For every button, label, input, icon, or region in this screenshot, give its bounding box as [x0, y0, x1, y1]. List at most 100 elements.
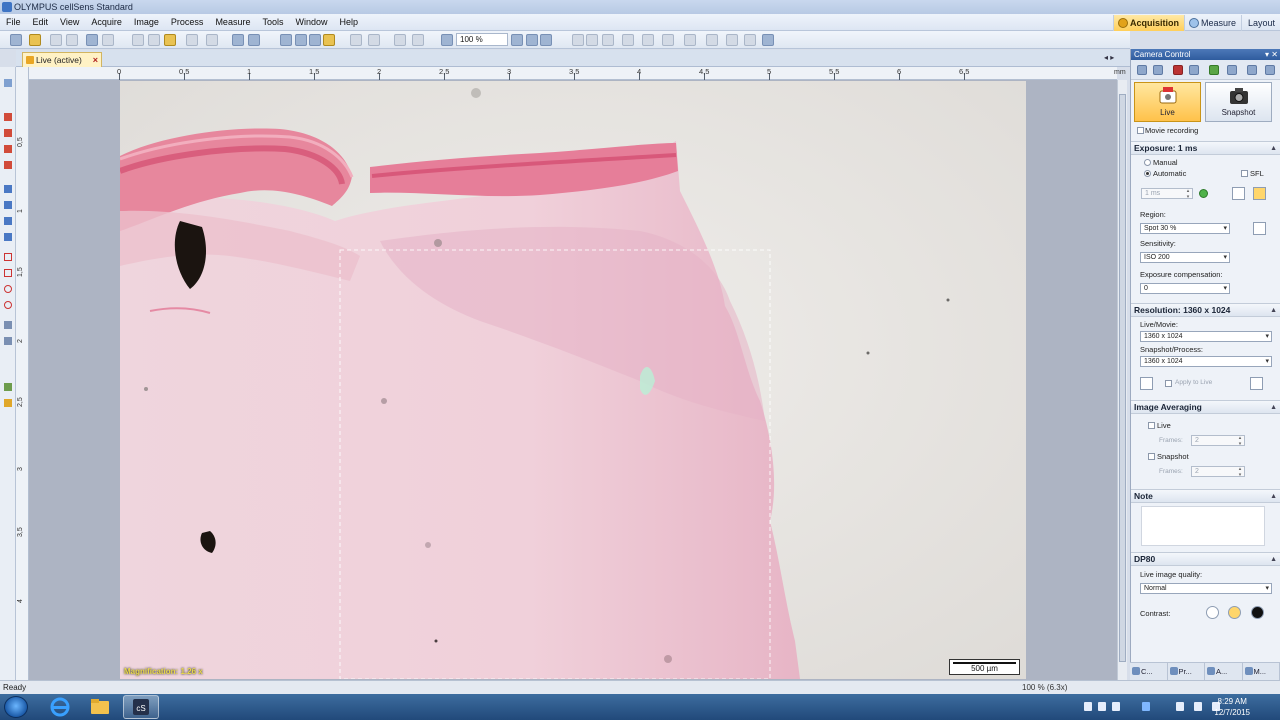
color-picker-icon[interactable]: [4, 399, 12, 407]
frames-snapshot-field[interactable]: 2: [1191, 466, 1245, 478]
layer-4-icon[interactable]: [662, 34, 674, 46]
polygon-tool-icon[interactable]: [4, 269, 12, 277]
panel-device-icon[interactable]: [1153, 65, 1163, 75]
exposure-compensation-select[interactable]: 0: [1140, 283, 1230, 294]
image-averaging-section-header[interactable]: Image Averaging ▲: [1131, 400, 1280, 414]
open-folder-icon[interactable]: [29, 34, 41, 46]
panel-film-icon[interactable]: [1189, 65, 1199, 75]
live-button[interactable]: Live: [1134, 82, 1201, 122]
layer-3-icon[interactable]: [642, 34, 654, 46]
exposure-reset-button[interactable]: [1232, 187, 1245, 200]
panel-tab-adjust[interactable]: A...: [1205, 663, 1243, 680]
cut-icon[interactable]: [132, 34, 144, 46]
panel-tab-camera[interactable]: C...: [1130, 663, 1168, 680]
panel-process-icon[interactable]: [1227, 65, 1237, 75]
panel-settings-icon[interactable]: [1137, 65, 1147, 75]
automatic-radio[interactable]: [1144, 170, 1151, 177]
internet-explorer-icon[interactable]: [42, 695, 78, 719]
line-tool-icon[interactable]: [4, 113, 12, 121]
menu-view[interactable]: View: [54, 14, 85, 31]
vertical-scrollbar[interactable]: [1117, 80, 1127, 680]
tray-stop-icon[interactable]: [1112, 702, 1120, 711]
interpolated-polygon-icon[interactable]: [4, 321, 12, 329]
arrow-draw-icon[interactable]: [4, 145, 12, 153]
polyline-tool-icon[interactable]: [4, 129, 12, 137]
manual-radio[interactable]: [1144, 159, 1151, 166]
start-button-icon[interactable]: [4, 696, 28, 718]
layer-5-icon[interactable]: [684, 34, 696, 46]
fit-window-icon[interactable]: [232, 34, 244, 46]
dp80-section-header[interactable]: DP80 ▲: [1131, 552, 1280, 566]
averaging-snapshot-checkbox[interactable]: [1148, 453, 1155, 460]
export-icon[interactable]: [102, 34, 114, 46]
search-zoom-icon[interactable]: [441, 34, 453, 46]
panel-window-icon[interactable]: [1247, 65, 1257, 75]
snapshot-button[interactable]: Snapshot: [1205, 82, 1272, 122]
close-tab-icon[interactable]: ×: [93, 53, 98, 67]
layer-8-icon[interactable]: [744, 34, 756, 46]
measure-tool-icon[interactable]: [4, 217, 12, 225]
apply-to-live-checkbox[interactable]: [1165, 380, 1172, 387]
save-icon[interactable]: [50, 34, 62, 46]
menu-edit[interactable]: Edit: [27, 14, 55, 31]
image-canvas[interactable]: [29, 80, 1117, 680]
layer-2-icon[interactable]: [622, 34, 634, 46]
note-textarea[interactable]: [1141, 506, 1265, 546]
taskbar-clock[interactable]: 8:29 AM 12/7/2015: [1214, 696, 1250, 718]
zoom-tool-icon[interactable]: [295, 34, 307, 46]
menu-process[interactable]: Process: [165, 14, 210, 31]
print-icon[interactable]: [86, 34, 98, 46]
tray-network-icon[interactable]: [1084, 702, 1092, 711]
pointer-tool-icon[interactable]: [4, 79, 12, 87]
exposure-time-field[interactable]: 1 ms: [1141, 188, 1193, 200]
auto-exposure-go-icon[interactable]: [1199, 189, 1208, 198]
grid-icon[interactable]: [586, 34, 598, 46]
record-icon[interactable]: [1173, 65, 1183, 75]
paste-icon[interactable]: [164, 34, 176, 46]
redo-icon[interactable]: [206, 34, 218, 46]
closed-polygon-icon[interactable]: [4, 337, 12, 345]
crosshair-icon[interactable]: [368, 34, 380, 46]
menu-help[interactable]: Help: [333, 14, 364, 31]
layer-1-icon[interactable]: [602, 34, 614, 46]
cellsens-taskbar-button[interactable]: cS: [123, 695, 159, 719]
menu-window[interactable]: Window: [289, 14, 333, 31]
save-as-icon[interactable]: [66, 34, 78, 46]
layout-acquisition-tab[interactable]: Acquisition: [1112, 15, 1184, 31]
exposure-lock-button[interactable]: [1253, 187, 1266, 200]
undo-icon[interactable]: [186, 34, 198, 46]
sensitivity-select[interactable]: ISO 200: [1140, 252, 1230, 263]
point-tool-icon[interactable]: [4, 233, 12, 241]
tray-pause-icon[interactable]: [1098, 702, 1106, 711]
layout-measure-tab[interactable]: Measure: [1183, 15, 1241, 31]
resolution-info-button[interactable]: [1250, 377, 1263, 390]
camera-settings-icon[interactable]: [762, 34, 774, 46]
tray-flag-icon[interactable]: [1176, 702, 1184, 711]
circle-tool-icon[interactable]: [4, 301, 12, 309]
sfl-checkbox[interactable]: [1241, 170, 1248, 177]
contrast-low-button[interactable]: [1206, 606, 1219, 619]
resolution-section-header[interactable]: Resolution: 1360 x 1024 ▲: [1131, 303, 1280, 317]
layer-6-icon[interactable]: [706, 34, 718, 46]
layer-7-icon[interactable]: [726, 34, 738, 46]
menu-image[interactable]: Image: [128, 14, 165, 31]
tab-scroll-arrows[interactable]: ◂ ▸: [1104, 53, 1114, 62]
frames-live-field[interactable]: 2: [1191, 435, 1245, 447]
freehand-tool-icon[interactable]: [4, 161, 12, 169]
file-explorer-icon[interactable]: [82, 695, 118, 719]
menu-tools[interactable]: Tools: [256, 14, 289, 31]
zoom-in-icon[interactable]: [511, 34, 523, 46]
tray-app-icon[interactable]: [1142, 702, 1150, 711]
magnifier-icon[interactable]: [309, 34, 321, 46]
snapshot-resolution-select[interactable]: 1360 x 1024: [1140, 356, 1272, 367]
check-icon[interactable]: [394, 34, 406, 46]
layout-layout-tab[interactable]: Layout: [1240, 15, 1280, 31]
contrast-normal-button[interactable]: [1228, 606, 1241, 619]
averaging-live-checkbox[interactable]: [1148, 422, 1155, 429]
note-section-header[interactable]: Note ▲: [1131, 489, 1280, 503]
zoom-out-icon[interactable]: [526, 34, 538, 46]
select-tool-icon[interactable]: [248, 34, 260, 46]
live-microscope-image[interactable]: [120, 81, 1026, 679]
angle-tool-icon[interactable]: [4, 185, 12, 193]
new-document-icon[interactable]: [10, 34, 22, 46]
